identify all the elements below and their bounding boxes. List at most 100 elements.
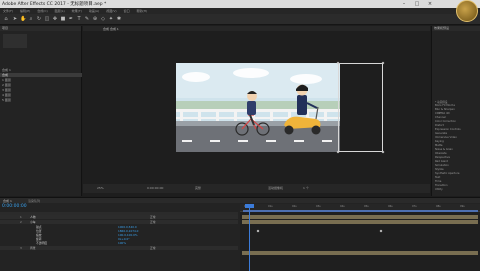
project-row[interactable]: 4 图层 <box>2 93 11 97</box>
zoom-dropdown[interactable]: 25% <box>97 186 104 190</box>
effects-category-item[interactable]: Noise & Grain <box>435 148 453 151</box>
transform-handle[interactable] <box>381 61 385 65</box>
brush-tool-icon[interactable]: ✎ <box>84 16 90 22</box>
effects-category-item[interactable]: CINEMA 4D <box>435 112 450 115</box>
menu-file[interactable]: 文件(F) <box>3 9 13 13</box>
layer-name[interactable]: 小车 <box>30 220 36 224</box>
effects-category-item[interactable]: Synthetic Aperture <box>435 172 459 175</box>
transform-handle[interactable] <box>381 150 385 154</box>
effects-panel-tab[interactable]: 效果和预设 <box>432 26 480 31</box>
layer-mode[interactable]: 正常 <box>150 220 156 224</box>
layer-name[interactable]: 背景 <box>30 246 36 250</box>
close-icon[interactable]: × <box>424 0 436 8</box>
timeline-graph[interactable]: 00s01s02s03s04s05s06s07s08s09s <box>240 204 480 271</box>
effects-category-item[interactable]: Distort <box>435 124 444 127</box>
ruler-tick-label: 04s <box>340 205 345 208</box>
effects-category-item[interactable]: Utility <box>435 188 443 191</box>
menu-effect[interactable]: 效果(T) <box>72 9 82 13</box>
timeline-tab-render-queue[interactable]: 渲染队列 <box>28 199 40 203</box>
menu-view[interactable]: 视图(V) <box>106 9 116 13</box>
layer-duration-bar[interactable] <box>242 215 478 219</box>
camera-tool-icon[interactable]: ◫ <box>44 16 50 22</box>
layer-duration-bar[interactable] <box>242 220 478 224</box>
hand-tool-icon[interactable]: ✋ <box>20 16 26 22</box>
effects-category-item[interactable]: Obsolete <box>435 152 447 155</box>
effects-category-item[interactable]: Time <box>435 180 441 183</box>
work-area-bar[interactable] <box>243 210 478 212</box>
project-row[interactable]: 1 图层 <box>2 78 11 82</box>
layer-row[interactable]: 2 小车 正常 <box>0 220 238 224</box>
ruler-tick-label: 09s <box>460 205 465 208</box>
viewer-tab-bar: 合成 合成 1 <box>83 26 430 31</box>
layer-row[interactable]: 1 人物 正常 <box>0 215 238 219</box>
effects-category-item[interactable]: Boris FX Mocha <box>435 104 455 107</box>
effects-category-item[interactable]: Matte <box>435 144 442 147</box>
effects-category-item[interactable]: Stylize <box>435 168 444 171</box>
text-tool-icon[interactable]: T <box>76 16 82 22</box>
effects-category-item[interactable]: Color Correction <box>435 120 456 123</box>
menu-window[interactable]: 窗口 <box>124 9 130 13</box>
roto-tool-icon[interactable]: ✦ <box>108 16 114 22</box>
menu-help[interactable]: 帮助(H) <box>137 9 148 13</box>
camera-dropdown[interactable]: 活动摄像机 <box>268 186 283 190</box>
property-name[interactable]: 不透明度 <box>36 241 47 245</box>
layer-number: 1 <box>20 215 22 219</box>
project-row[interactable]: 3 图层 <box>2 88 11 92</box>
current-time-indicator[interactable] <box>249 204 250 271</box>
effects-category-item[interactable]: Immersive Video <box>435 136 457 139</box>
viewer-timecode[interactable]: 0:00:00:00 <box>147 186 163 190</box>
position-keyframe[interactable] <box>256 229 260 233</box>
layer-name[interactable]: 人物 <box>30 215 36 219</box>
layer-mode[interactable]: 正常 <box>150 215 156 219</box>
property-row[interactable]: 不透明度 100% <box>0 241 238 245</box>
menu-layer[interactable]: 图层(L) <box>55 9 65 13</box>
viewer-tab[interactable]: 合成 合成 1 <box>103 27 119 31</box>
layer-mode[interactable]: 正常 <box>150 246 156 250</box>
layer-duration-bar[interactable] <box>242 251 478 255</box>
effects-category-item[interactable]: Channel <box>435 116 446 119</box>
resolution-dropdown[interactable]: 完整 <box>195 186 201 190</box>
effects-category-item[interactable]: Text <box>435 176 440 179</box>
effects-category-item[interactable]: Keying <box>435 140 444 143</box>
pan-behind-tool-icon[interactable]: ✥ <box>52 16 58 22</box>
menu-composition[interactable]: 合成(C) <box>37 9 47 13</box>
project-row[interactable]: 2 图层 <box>2 83 11 87</box>
views-dropdown[interactable]: 1 个 <box>303 186 309 190</box>
ruler-tick-label: 03s <box>316 205 321 208</box>
rotate-tool-icon[interactable]: ↻ <box>36 16 42 22</box>
home-icon[interactable]: ⌂ <box>3 16 9 22</box>
layer-bounding-box[interactable] <box>338 63 383 152</box>
composition-frame[interactable] <box>176 63 340 152</box>
effects-category-item[interactable]: Perspective <box>435 156 450 159</box>
minimize-icon[interactable]: – <box>398 0 410 8</box>
watermark-logo-icon <box>456 0 478 22</box>
zoom-tool-icon[interactable]: ⌕ <box>28 16 34 22</box>
project-panel-tab[interactable]: 项目 <box>0 26 81 31</box>
effects-category-item[interactable]: Expression Controls <box>435 128 461 131</box>
pen-tool-icon[interactable]: ✒ <box>68 16 74 22</box>
project-row[interactable]: 5 图层 <box>2 98 11 102</box>
maximize-icon[interactable]: □ <box>411 0 423 8</box>
transform-handle[interactable] <box>336 150 340 154</box>
menu-edit[interactable]: 编辑(E) <box>20 9 30 13</box>
effects-category-item[interactable]: Generate <box>435 132 447 135</box>
selection-tool-icon[interactable]: ➤ <box>12 16 18 22</box>
effects-category-item[interactable]: Transition <box>435 184 448 187</box>
project-row[interactable]: 合成 <box>2 73 8 77</box>
layer-row[interactable]: 3 背景 正常 <box>0 246 238 250</box>
project-row[interactable]: 合成 1 <box>2 68 11 72</box>
position-keyframe[interactable] <box>379 229 383 233</box>
effects-category-item[interactable]: Red Giant <box>435 160 448 163</box>
timeline-tab-comp[interactable]: 合成 1 <box>3 199 12 203</box>
puppet-tool-icon[interactable]: ✱ <box>116 16 122 22</box>
effects-category-item[interactable]: Simulation <box>435 164 449 167</box>
tools-toolbar: ⌂ ➤ ✋ ⌕ ↻ ◫ ✥ ■ ✒ T ✎ ⊕ ◇ ✦ ✱ <box>0 14 480 25</box>
eraser-tool-icon[interactable]: ◇ <box>100 16 106 22</box>
shape-tool-icon[interactable]: ■ <box>60 16 66 22</box>
effects-presets-panel: 效果和预设 * 动画预设 Boris FX Mocha Blur & Sharpen… <box>431 26 480 196</box>
property-value[interactable]: 100% <box>118 241 126 245</box>
menu-animation[interactable]: 动画(A) <box>89 9 99 13</box>
timeline-timecode[interactable]: 0:00:00:00 <box>2 204 27 209</box>
effects-category-item[interactable]: Blur & Sharpen <box>435 108 455 111</box>
clone-tool-icon[interactable]: ⊕ <box>92 16 98 22</box>
